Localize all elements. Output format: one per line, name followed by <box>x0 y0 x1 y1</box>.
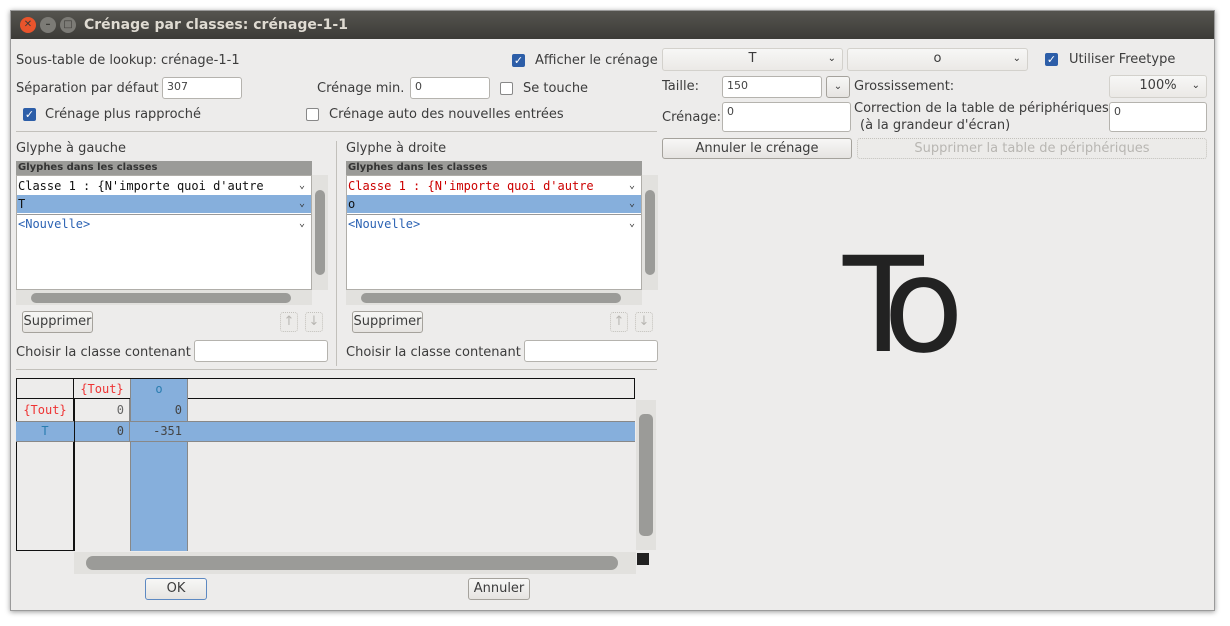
closer-kerning-label: Crénage plus rapproché <box>45 107 201 122</box>
closer-kerning-checkbox[interactable]: ✓ <box>23 108 36 121</box>
left-list-header: Glyphes dans les classes <box>16 161 312 175</box>
chevron-down-icon: ⌄ <box>833 81 843 92</box>
row-header[interactable]: {Tout} <box>16 400 74 420</box>
kern-cell[interactable]: 0 <box>130 400 188 420</box>
divider <box>16 131 657 132</box>
item-label: <Nouvelle> <box>348 217 421 231</box>
divider <box>16 369 657 370</box>
matrix-horizontal-scrollbar[interactable] <box>74 552 636 574</box>
chevron-down-icon[interactable]: ⌄ <box>629 177 635 195</box>
item-label: T <box>18 197 26 211</box>
minimize-icon[interactable]: – <box>40 17 56 33</box>
list-item-new[interactable]: <Nouvelle> ⌄ <box>17 214 311 232</box>
list-item[interactable]: Classe 1 : {N'importe quoi d'autre ⌄ <box>347 177 641 195</box>
item-label: <Nouvelle> <box>18 217 91 231</box>
chevron-down-icon[interactable]: ⌄ <box>299 195 305 213</box>
freetype-checkbox[interactable]: ✓ <box>1045 53 1058 66</box>
chevron-down-icon: ⌄ <box>1191 80 1200 91</box>
size-label: Taille: <box>662 79 699 94</box>
delete-device-table-button[interactable]: Supprimer la table de périphériques <box>857 138 1207 159</box>
list-item[interactable]: Classe 1 : {N'importe quoi d'autre ⌄ <box>17 177 311 195</box>
show-kerning-label: Afficher le crénage <box>535 53 658 68</box>
move-up-icon[interactable]: ↑ <box>610 312 628 332</box>
left-panel-title: Glyphe à gauche <box>16 141 126 156</box>
column-header[interactable]: o <box>130 379 188 399</box>
title-bar: ✕ – □ Crénage par classes: crénage-1-1 <box>11 11 1214 39</box>
device-table-sublabel: (à la grandeur d'écran) <box>860 118 1011 133</box>
show-kerning-checkbox[interactable]: ✓ <box>512 54 525 67</box>
choose-class-input[interactable] <box>524 340 658 362</box>
maximize-icon[interactable]: □ <box>60 17 76 33</box>
right-panel-title: Glyphe à droite <box>346 141 447 156</box>
row-header[interactable]: T <box>16 421 74 441</box>
kern-cell[interactable]: 0 <box>74 400 130 420</box>
item-label: o <box>348 197 356 211</box>
left-class-list[interactable]: Classe 1 : {N'importe quoi d'autre ⌄ T ⌄ <… <box>16 175 312 290</box>
kern-input[interactable]: 0 <box>722 102 851 132</box>
item-label: Classe 1 : {N'importe quoi d'autre <box>348 179 594 193</box>
chevron-down-icon: ⌄ <box>1012 53 1021 64</box>
cancel-button[interactable]: Annuler <box>468 578 530 600</box>
zoom-label: Grossissement: <box>854 79 955 94</box>
kerning-preview: To <box>843 229 964 383</box>
chevron-down-icon[interactable]: ⌄ <box>299 177 305 195</box>
move-down-icon[interactable]: ↓ <box>635 312 653 332</box>
list-item-new[interactable]: <Nouvelle> ⌄ <box>347 214 641 232</box>
zoom-select[interactable]: 100% ⌄ <box>1109 75 1207 98</box>
choose-class-label: Choisir la classe contenant : <box>346 345 530 360</box>
move-up-icon[interactable]: ↑ <box>280 312 298 332</box>
list-item-selected[interactable]: o ⌄ <box>347 195 641 213</box>
horizontal-scrollbar[interactable] <box>346 290 642 305</box>
vertical-scrollbar[interactable] <box>312 175 328 290</box>
select-value: o <box>933 51 942 66</box>
select-value: 100% <box>1139 78 1177 93</box>
kern-label: Crénage: <box>662 110 721 125</box>
move-down-icon[interactable]: ↓ <box>305 312 323 332</box>
ok-button[interactable]: OK <box>145 578 207 600</box>
device-table-input[interactable]: 0 <box>1109 102 1207 132</box>
chevron-down-icon[interactable]: ⌄ <box>629 195 635 213</box>
delete-button[interactable]: Supprimer <box>22 311 93 333</box>
kerning-matrix[interactable]: {Tout} o {Tout} 0 0 T 0 -351 <box>16 378 636 551</box>
horizontal-scrollbar[interactable] <box>16 290 312 305</box>
chevron-down-icon[interactable]: ⌄ <box>299 215 305 233</box>
lookup-label: Sous-table de lookup: crénage-1-1 <box>16 53 240 68</box>
auto-kern-label: Crénage auto des nouvelles entrées <box>329 107 564 122</box>
kerning-class-dialog: ✕ – □ Crénage par classes: crénage-1-1 S… <box>10 10 1215 611</box>
default-sep-label: Séparation par défaut : <box>16 81 168 96</box>
size-input[interactable]: 150 <box>722 76 822 98</box>
min-kern-input[interactable]: 0 <box>410 77 490 99</box>
item-label: Classe 1 : {N'importe quoi d'autre <box>18 179 264 193</box>
list-item-selected[interactable]: T ⌄ <box>17 195 311 213</box>
chevron-down-icon: ⌄ <box>827 53 836 64</box>
freetype-label: Utiliser Freetype <box>1069 52 1176 67</box>
right-glyph-select[interactable]: o ⌄ <box>847 48 1028 71</box>
chevron-down-icon[interactable]: ⌄ <box>629 215 635 233</box>
left-glyph-select[interactable]: T ⌄ <box>662 48 843 71</box>
choose-class-label: Choisir la classe contenant : <box>16 345 200 360</box>
delete-button[interactable]: Supprimer <box>352 311 423 333</box>
touch-label: Se touche <box>523 81 589 96</box>
divider <box>336 141 337 366</box>
size-dropdown-button[interactable]: ⌄ <box>826 76 850 98</box>
kern-cell[interactable]: 0 <box>74 421 130 441</box>
close-icon[interactable]: ✕ <box>20 17 36 33</box>
matrix-vertical-scrollbar[interactable] <box>636 400 656 550</box>
right-list-header: Glyphes dans les classes <box>346 161 642 175</box>
right-class-list[interactable]: Classe 1 : {N'importe quoi d'autre ⌄ o ⌄ <… <box>346 175 642 290</box>
min-kern-label: Crénage min. : <box>317 81 413 96</box>
touch-checkbox[interactable] <box>500 82 513 95</box>
auto-kern-checkbox[interactable] <box>306 108 319 121</box>
corner-icon <box>637 553 649 565</box>
select-value: T <box>748 51 757 66</box>
choose-class-input[interactable] <box>194 340 328 362</box>
device-table-label: Correction de la table de périphériques: <box>854 101 1114 116</box>
window-title: Crénage par classes: crénage-1-1 <box>84 17 348 33</box>
kern-cell[interactable]: -351 <box>130 421 188 441</box>
column-header[interactable]: {Tout} <box>74 379 130 399</box>
default-sep-input[interactable]: 307 <box>162 77 242 99</box>
vertical-scrollbar[interactable] <box>642 175 658 290</box>
reset-kerning-button[interactable]: Annuler le crénage <box>662 138 852 159</box>
